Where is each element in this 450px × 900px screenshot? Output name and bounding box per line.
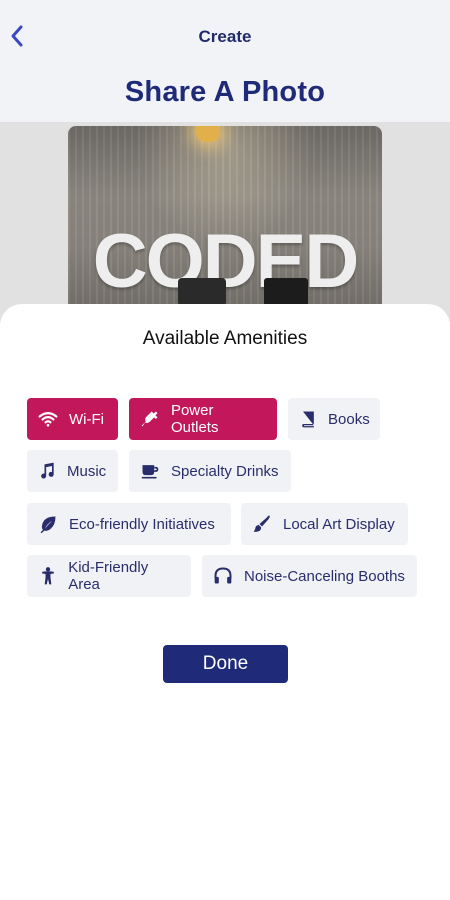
amenity-label: Wi-Fi	[69, 410, 104, 428]
amenity-label: Books	[328, 410, 370, 428]
top-bar: Create Share A Photo	[0, 0, 450, 122]
amenity-label: Music	[67, 462, 107, 480]
amenity-chip-music[interactable]: Music	[27, 450, 118, 492]
page-title: Share A Photo	[124, 76, 326, 108]
amenity-label: Eco-friendly Initiatives	[69, 515, 215, 533]
amenity-chip-books[interactable]: Books	[288, 398, 380, 440]
plug-icon	[139, 408, 161, 430]
amenity-chip-specialty-drinks[interactable]: Specialty Drinks	[129, 450, 291, 492]
nav-title: Create	[198, 27, 252, 46]
coffee-cup-icon	[139, 460, 161, 482]
amenity-chip-local-art[interactable]: Local Art Display	[241, 503, 408, 545]
amenity-chip-noise-canceling-booths[interactable]: Noise-Canceling Booths	[202, 555, 417, 597]
headphones-icon	[212, 565, 234, 587]
music-note-icon	[37, 460, 57, 482]
amenity-label: Power Outlets	[170, 402, 219, 436]
ceiling-lamp	[196, 126, 220, 142]
amenity-label: Noise-Canceling Booths	[244, 567, 405, 585]
shared-photo[interactable]: CODED	[68, 126, 382, 326]
amenity-label: Local Art Display	[283, 515, 395, 533]
paint-brush-icon	[251, 513, 273, 535]
leaf-icon	[37, 513, 59, 535]
amenity-chip-kid-friendly[interactable]: Kid-Friendly Area	[27, 555, 191, 597]
amenity-chip-wifi[interactable]: Wi-Fi	[27, 398, 118, 440]
amenity-label: Specialty Drinks	[171, 462, 279, 480]
photo-object	[178, 278, 226, 306]
child-icon	[37, 565, 58, 587]
amenity-label: Kid-Friendly Area	[68, 559, 149, 593]
amenity-chip-power-outlets[interactable]: Power Outlets	[129, 398, 277, 440]
sheet-title: Available Amenities	[142, 328, 308, 349]
book-icon	[298, 408, 318, 430]
amenities-sheet: Available Amenities Wi-Fi Power Outlets …	[0, 304, 450, 900]
amenity-chip-eco-friendly[interactable]: Eco-friendly Initiatives	[27, 503, 231, 545]
wifi-icon	[37, 408, 59, 430]
done-button[interactable]: Done	[163, 645, 288, 683]
